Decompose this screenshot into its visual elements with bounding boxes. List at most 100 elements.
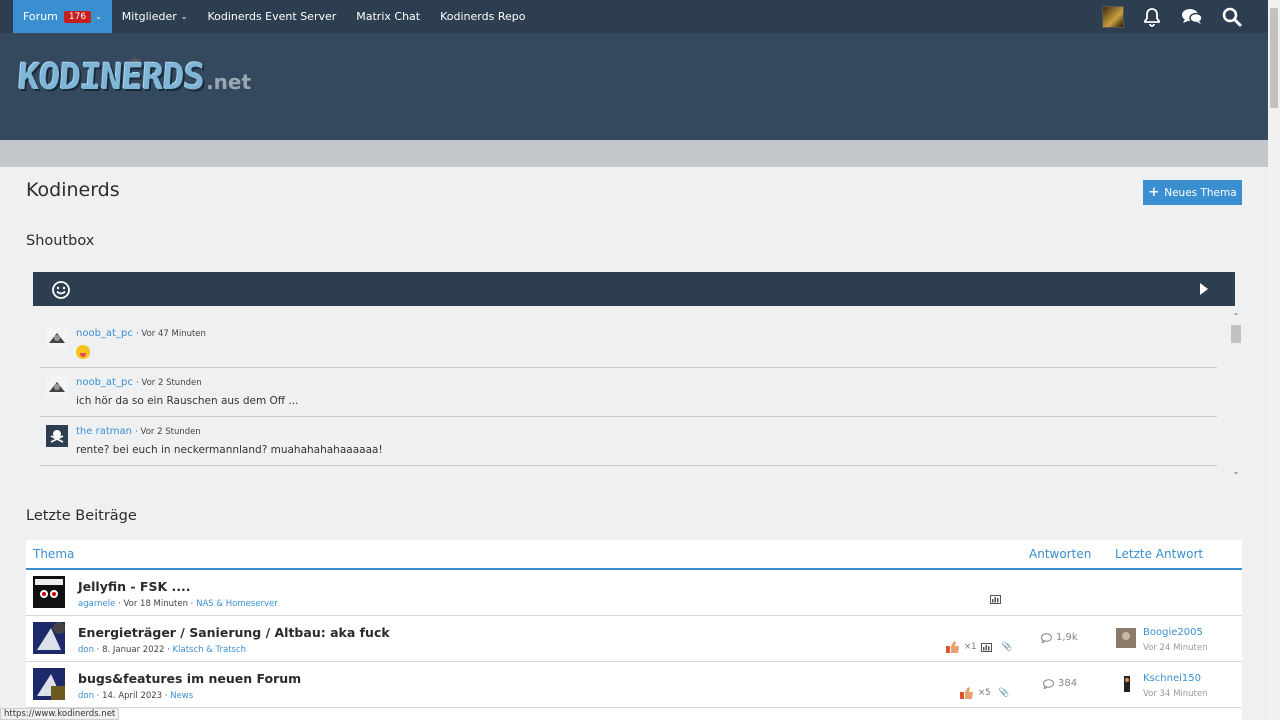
avatar[interactable] bbox=[46, 327, 68, 349]
chevron-down-icon: ⌄ bbox=[95, 12, 102, 21]
shout-user[interactable]: the ratman bbox=[76, 426, 132, 437]
like-count: ×1 bbox=[964, 642, 977, 652]
shout-user[interactable]: noob_at_pc bbox=[76, 328, 133, 339]
shoutbox-messages: noob_at_pc · Vor 47 Minuten noob_at_pc ·… bbox=[40, 319, 1217, 474]
reply-count: 1,9k bbox=[1041, 632, 1078, 643]
user-avatar[interactable] bbox=[1102, 5, 1124, 28]
post-board[interactable]: News bbox=[170, 691, 193, 701]
user-menu bbox=[1102, 0, 1244, 33]
table-row[interactable]: Jellyfin - FSK .... agarnele · Vor 18 Mi… bbox=[26, 570, 1242, 616]
shoutbox-input-bar[interactable] bbox=[33, 272, 1235, 306]
site-logo[interactable]: ★ KODINERDS .net bbox=[17, 51, 252, 98]
tongue-emoji-icon bbox=[76, 345, 90, 359]
like-icon bbox=[960, 687, 973, 699]
col-last-reply[interactable]: Letzte Antwort bbox=[1115, 547, 1203, 561]
shout-text: rente? bei euch in neckermannland? muaha… bbox=[76, 444, 383, 456]
nav-members[interactable]: Mitglieder ⌄ bbox=[112, 0, 198, 33]
shout-message: noob_at_pc · Vor 2 Stunden ich hör da so… bbox=[40, 368, 1217, 417]
recent-posts-table: Thema Antworten Letzte Antwort Jellyfin … bbox=[26, 540, 1242, 720]
recent-posts-title: Letzte Beiträge bbox=[26, 508, 137, 524]
shout-text bbox=[76, 345, 90, 362]
post-date: 14. April 2023 bbox=[102, 691, 163, 701]
avatar[interactable] bbox=[1116, 674, 1136, 694]
page-scrollbar[interactable] bbox=[1268, 0, 1280, 720]
logo-suffix: .net bbox=[206, 70, 252, 94]
bell-icon[interactable] bbox=[1140, 5, 1164, 29]
post-icons: ×1 📎 bbox=[946, 641, 1012, 653]
col-replies[interactable]: Antworten bbox=[1029, 547, 1091, 561]
avatar[interactable] bbox=[46, 376, 68, 398]
scroll-up-icon[interactable]: ⌃ bbox=[1230, 312, 1242, 322]
site-header: ★ KODINERDS .net bbox=[0, 33, 1268, 140]
scroll-down-icon[interactable]: ⌄ bbox=[1230, 467, 1242, 477]
attachment-icon: 📎 bbox=[998, 688, 1010, 698]
attachment-icon: 📎 bbox=[1001, 642, 1013, 652]
smiley-icon[interactable] bbox=[51, 280, 71, 303]
post-title[interactable]: Energieträger / Sanierung / Altbau: aka … bbox=[78, 625, 390, 640]
last-reply-time: Vor 34 Minuten bbox=[1143, 689, 1208, 699]
shout-text: ich hör da so ein Rauschen aus dem Off .… bbox=[76, 395, 299, 407]
post-author[interactable]: don bbox=[78, 691, 94, 701]
comment-icon bbox=[1043, 678, 1054, 689]
post-board[interactable]: Klatsch & Tratsch bbox=[173, 645, 246, 655]
chevron-down-icon: ⌄ bbox=[180, 12, 188, 21]
avatar[interactable] bbox=[33, 576, 65, 608]
comment-icon bbox=[1041, 632, 1052, 643]
post-date: Vor 18 Minuten bbox=[123, 599, 188, 609]
avatar[interactable] bbox=[33, 668, 65, 700]
table-row[interactable]: Energieträger / Sanierung / Altbau: aka … bbox=[26, 616, 1242, 662]
nav-event-server[interactable]: Kodinerds Event Server bbox=[197, 0, 346, 33]
reply-count-value: 384 bbox=[1058, 678, 1078, 689]
avatar[interactable] bbox=[1116, 628, 1136, 648]
breadcrumb-bar bbox=[0, 140, 1268, 167]
shout-time: · Vor 2 Stunden bbox=[135, 427, 201, 437]
shoutbox-scrollbar[interactable]: ⌃ ⌄ bbox=[1230, 312, 1242, 477]
table-header: Thema Antworten Letzte Antwort bbox=[26, 540, 1242, 570]
like-icon bbox=[946, 641, 959, 653]
send-icon[interactable] bbox=[1199, 283, 1209, 298]
last-reply-time: Vor 24 Minuten bbox=[1143, 643, 1208, 653]
page-title: Kodinerds bbox=[26, 179, 120, 201]
conversations-icon[interactable] bbox=[1180, 5, 1204, 29]
nav-repo[interactable]: Kodinerds Repo bbox=[430, 0, 535, 33]
page-scroll-thumb[interactable] bbox=[1270, 8, 1278, 108]
scroll-thumb[interactable] bbox=[1231, 325, 1241, 343]
browser-status-url: https://www.kodinerds.net bbox=[0, 708, 120, 720]
reply-count-value: 1,9k bbox=[1056, 632, 1078, 643]
post-board[interactable]: NAS & Homeserver bbox=[196, 599, 278, 609]
nav-repo-label: Kodinerds Repo bbox=[440, 10, 526, 23]
table-row[interactable]: bugs&features im neuen Forum don · 14. A… bbox=[26, 662, 1242, 708]
post-meta: agarnele · Vor 18 Minuten · NAS & Homese… bbox=[78, 599, 278, 609]
post-author[interactable]: don bbox=[78, 645, 94, 655]
post-title[interactable]: bugs&features im neuen Forum bbox=[78, 671, 301, 686]
shout-time: · Vor 2 Stunden bbox=[136, 378, 202, 388]
poll-icon bbox=[990, 595, 1001, 604]
main-content: Kodinerds + Neues Thema Shoutbox noob_at… bbox=[0, 167, 1268, 720]
avatar[interactable] bbox=[33, 622, 65, 654]
col-topic[interactable]: Thema bbox=[33, 547, 74, 561]
new-topic-button[interactable]: + Neues Thema bbox=[1143, 180, 1242, 205]
post-icons bbox=[990, 595, 1001, 604]
post-title[interactable]: Jellyfin - FSK .... bbox=[78, 579, 190, 594]
top-navigation: Forum 176 ⌄ Mitglieder ⌄ Kodinerds Event… bbox=[0, 0, 1268, 33]
shout-message: the ratman · Vor 2 Stunden rente? bei eu… bbox=[40, 417, 1217, 466]
reply-count: 384 bbox=[1043, 678, 1077, 689]
shout-user[interactable]: noob_at_pc bbox=[76, 377, 133, 388]
shoutbox-title: Shoutbox bbox=[26, 233, 95, 249]
nav-forum-label: Forum bbox=[23, 10, 58, 23]
post-date: 8. Januar 2022 bbox=[102, 645, 165, 655]
post-meta: don · 14. April 2023 · News bbox=[78, 691, 194, 701]
last-reply-user[interactable]: Boogie2005 bbox=[1143, 627, 1203, 638]
nav-event-server-label: Kodinerds Event Server bbox=[207, 10, 337, 23]
avatar[interactable] bbox=[46, 425, 68, 447]
shout-time: · Vor 47 Minuten bbox=[136, 329, 206, 339]
new-topic-label: Neues Thema bbox=[1164, 186, 1237, 199]
nav-matrix-chat-label: Matrix Chat bbox=[356, 10, 421, 23]
nav-matrix-chat[interactable]: Matrix Chat bbox=[346, 0, 430, 33]
nav-forum[interactable]: Forum 176 ⌄ bbox=[13, 0, 112, 33]
post-author[interactable]: agarnele bbox=[78, 599, 115, 609]
like-count: ×5 bbox=[978, 688, 991, 698]
search-icon[interactable] bbox=[1220, 5, 1244, 29]
poll-icon bbox=[980, 642, 992, 652]
last-reply-user[interactable]: Kschnei150 bbox=[1143, 673, 1201, 684]
